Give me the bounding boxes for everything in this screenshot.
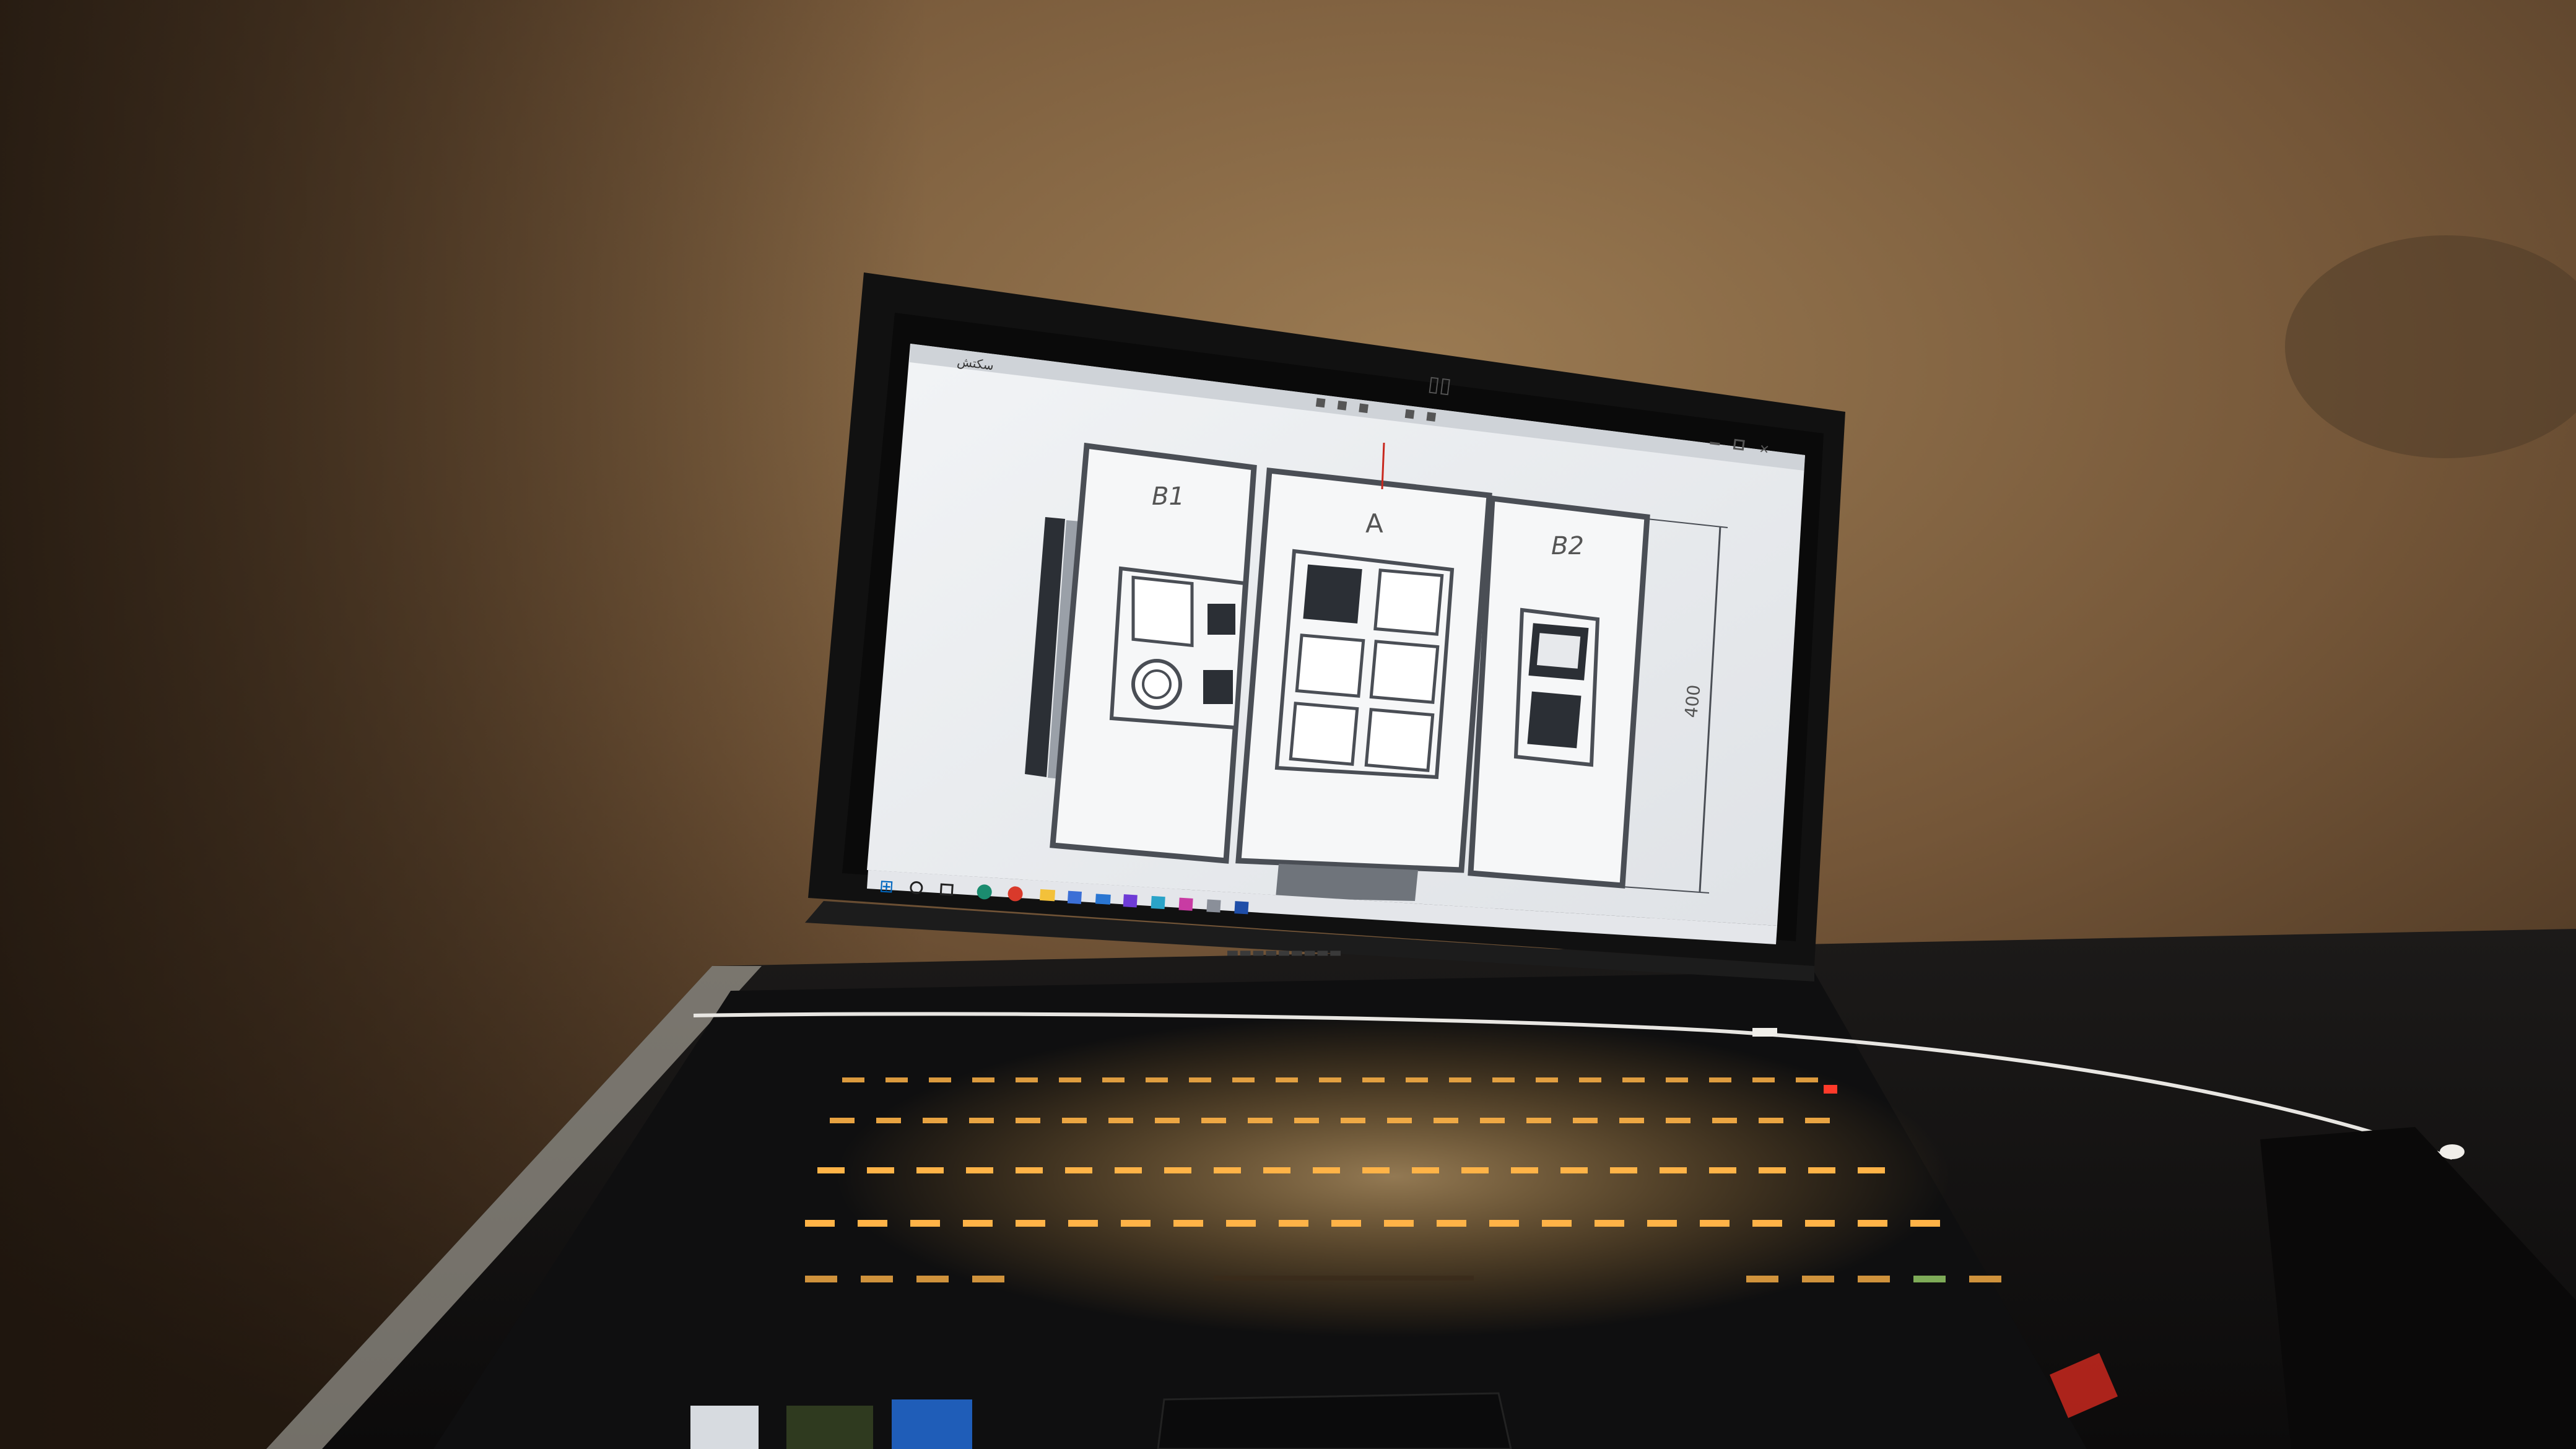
trackpad [1157,1392,1512,1449]
power-key-indicator [1824,1085,1837,1094]
panel-a-dark-tile [1303,564,1362,624]
app-icon-5[interactable] [1234,901,1249,915]
panel-b1-blank-socket [1131,575,1194,648]
panel-a-switch-bottom-left [1289,702,1359,766]
toolbar-button-4[interactable] [1404,409,1415,419]
mail-icon[interactable] [1095,894,1111,905]
laptop-stickers [690,1399,972,1449]
toolbar-button-3[interactable] [1359,403,1368,414]
panel-b1-dark-module-bottom [1203,670,1233,704]
start-icon[interactable]: ⊞ [879,876,894,897]
cable-connector [1752,1028,1777,1037]
panel-a-base-plate [1276,864,1418,901]
drawing-canvas: B1 A B2 400 [1025,442,1728,901]
app-icon-2[interactable] [1151,895,1165,910]
laptop-photo-scene: ▯▯ سكتش ✕ B1 A B2 400 ⊞ ▬▬▬▬▬▬▬▬▬ [0,0,2576,1449]
app-icon-3[interactable] [1178,897,1193,911]
dimension-label: 400 [1681,684,1704,719]
panel-a-switch-mid-right [1369,640,1440,704]
laptop-brand-strip: ▬▬▬▬▬▬▬▬▬ [1226,945,1342,960]
keyboard-row-1 [842,1077,1818,1082]
earphone-bud [2440,1144,2465,1159]
toolbar-button-1[interactable] [1315,398,1326,408]
panel-b2-dark-tile-top-inner [1536,633,1581,669]
close-icon[interactable]: ✕ [1758,441,1770,457]
laptop-camera-logo: ▯▯ [1427,371,1453,398]
sticker-nvidia [786,1406,873,1449]
panel-a-switch-mid-left [1295,633,1365,698]
app-icon-4[interactable] [1206,899,1221,913]
panel-b1-label: B1 [1152,482,1185,511]
toolbar-button-5[interactable] [1426,412,1437,422]
sticker-windows [892,1399,972,1449]
keyboard-glow [836,1016,1951,1338]
store-icon[interactable] [1067,890,1082,904]
sticker-intel [690,1406,759,1449]
panel-b2-label: B2 [1551,532,1584,560]
app-icon-1[interactable] [1123,894,1138,908]
panel-b1-power-outlet [1131,659,1182,710]
panel-a-label: A [1365,508,1383,539]
toolbar-button-2[interactable] [1337,401,1347,411]
panel-b1-dark-module-top [1208,604,1235,635]
panel-a-switch-top-right [1373,568,1444,636]
panel-a-switch-bottom-right [1364,708,1435,772]
folder-icon[interactable] [1040,889,1056,902]
panel-b2-dark-tile-bottom [1527,691,1582,749]
